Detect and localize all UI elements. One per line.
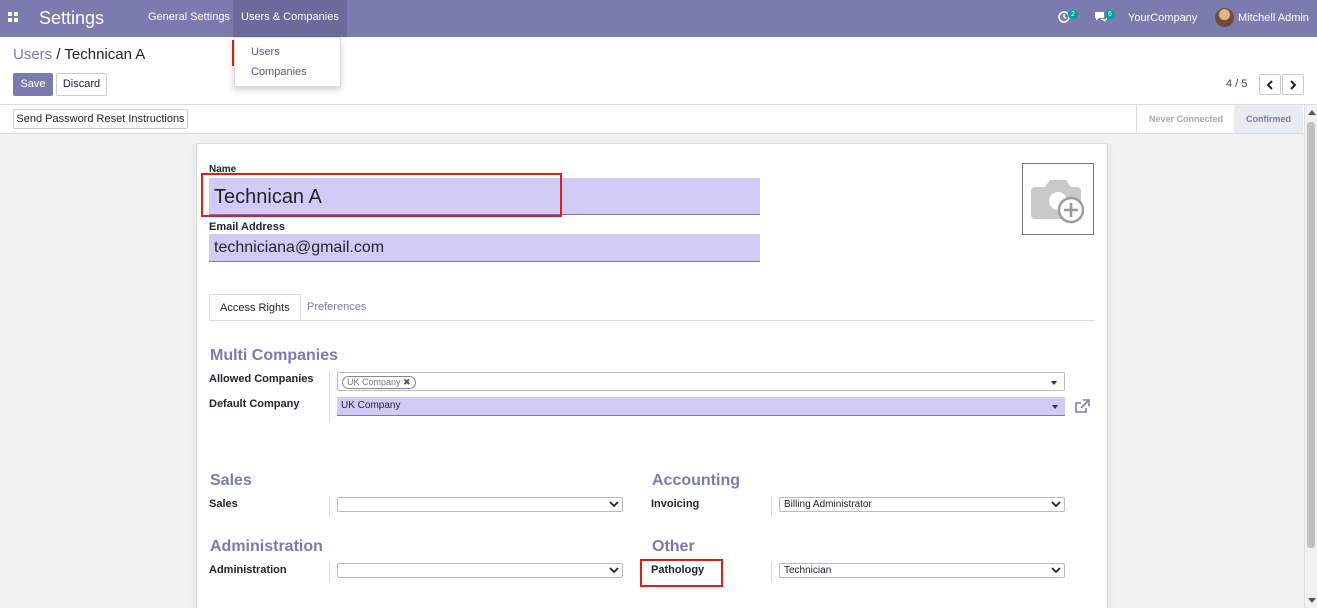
menu-general-settings[interactable]: General Settings [140,0,238,37]
tab-preferences[interactable]: Preferences [297,294,376,321]
menu-users-companies[interactable]: Users & Companies [233,0,347,37]
send-password-reset-button[interactable]: Send Password Reset Instructions [13,109,188,129]
user-avatar[interactable] [1215,8,1234,27]
field-separator [771,496,772,516]
chevron-down-icon [609,567,619,574]
pager-value[interactable]: 4 / 5 [1226,78,1247,90]
default-company-value: UK Company [341,400,401,411]
stage-never-connected: Never Connected [1136,105,1235,133]
section-accounting-title: Accounting [652,472,740,489]
pager-previous-button[interactable] [1259,74,1281,95]
pathology-select[interactable]: Technician [779,563,1065,578]
tab-access-rights[interactable]: Access Rights [209,294,301,321]
email-input[interactable]: techniciana@gmail.com [209,234,760,262]
allowed-companies-label: Allowed Companies [209,373,314,385]
save-button[interactable]: Save [13,73,53,96]
section-sales-title: Sales [210,472,252,489]
dropdown-item-companies[interactable]: Companies [251,66,307,78]
message-badge: 6 [1105,10,1115,19]
section-multi-companies-title: Multi Companies [210,347,339,364]
dropdown-item-users[interactable]: Users [251,46,280,58]
top-navbar: Settings General Settings Users & Compan… [0,0,1317,37]
breadcrumb-separator: / [56,46,61,63]
dropdown-caret-icon[interactable] [1052,405,1058,409]
chevron-down-icon [1051,567,1061,574]
control-panel: Users / Technican A Save Discard 4 / 5 [0,37,1317,105]
default-company-field[interactable]: UK Company [337,397,1065,416]
name-value: Technican A [214,186,322,208]
form-sheet: Name Technican A Email Address technicia… [196,143,1108,608]
allowed-company-tag: UK Company ✖ [342,376,416,389]
administration-select[interactable] [337,563,623,578]
sales-select[interactable] [337,497,623,512]
email-value: techniciana@gmail.com [214,239,385,256]
status-bar: Send Password Reset Instructions Never C… [0,105,1304,134]
administration-label: Administration [209,564,287,576]
discard-button[interactable]: Discard [56,73,107,96]
allowed-companies-field[interactable]: UK Company ✖ [337,372,1065,391]
activity-menu[interactable]: 2 [1058,0,1080,37]
pathology-value: Technician [784,565,832,576]
field-separator [771,562,772,582]
dropdown-caret-icon[interactable] [1051,381,1057,385]
chevron-down-icon [1051,501,1061,508]
field-separator [329,562,330,582]
avatar-upload[interactable] [1022,163,1094,235]
email-label: Email Address [209,221,286,233]
external-link-icon[interactable] [1074,399,1090,414]
scroll-thumb[interactable] [1307,122,1315,548]
scroll-up-arrow-icon[interactable] [1308,110,1316,115]
field-separator [329,496,330,516]
chevron-down-icon [609,501,619,508]
breadcrumb-users-link[interactable]: Users [13,46,52,63]
activity-badge: 2 [1068,10,1078,19]
users-companies-dropdown: Users Companies [234,37,341,87]
invoicing-label: Invoicing [651,498,700,510]
name-label: Name [209,164,237,175]
scroll-down-arrow-icon[interactable] [1308,598,1316,603]
chevron-right-icon [1290,80,1297,90]
name-input[interactable]: Technican A [209,178,760,215]
user-menu[interactable]: Mitchell Admin [1238,0,1309,37]
chevron-left-icon [1266,80,1273,90]
breadcrumb: Users / Technican A [13,46,145,63]
messaging-menu[interactable]: 6 [1094,0,1117,37]
pathology-label: Pathology [651,564,705,576]
apps-menu-icon[interactable] [8,12,19,23]
stage-confirmed: Confirmed [1234,105,1303,133]
company-switcher[interactable]: YourCompany [1128,0,1197,37]
default-company-label: Default Company [209,398,300,410]
remove-tag-icon[interactable]: ✖ [403,377,411,387]
tab-divider [209,320,1095,321]
sales-label: Sales [209,498,238,510]
section-other-title: Other [652,538,695,555]
app-title: Settings [39,8,105,28]
camera-plus-icon [1031,180,1085,224]
invoicing-select[interactable]: Billing Administrator [779,497,1065,512]
pager-next-button[interactable] [1282,74,1304,95]
invoicing-value: Billing Administrator [784,499,872,510]
breadcrumb-current: Technican A [64,46,146,63]
section-administration-title: Administration [210,538,323,555]
field-separator [329,372,330,422]
page-scrollbar[interactable] [1304,105,1317,608]
